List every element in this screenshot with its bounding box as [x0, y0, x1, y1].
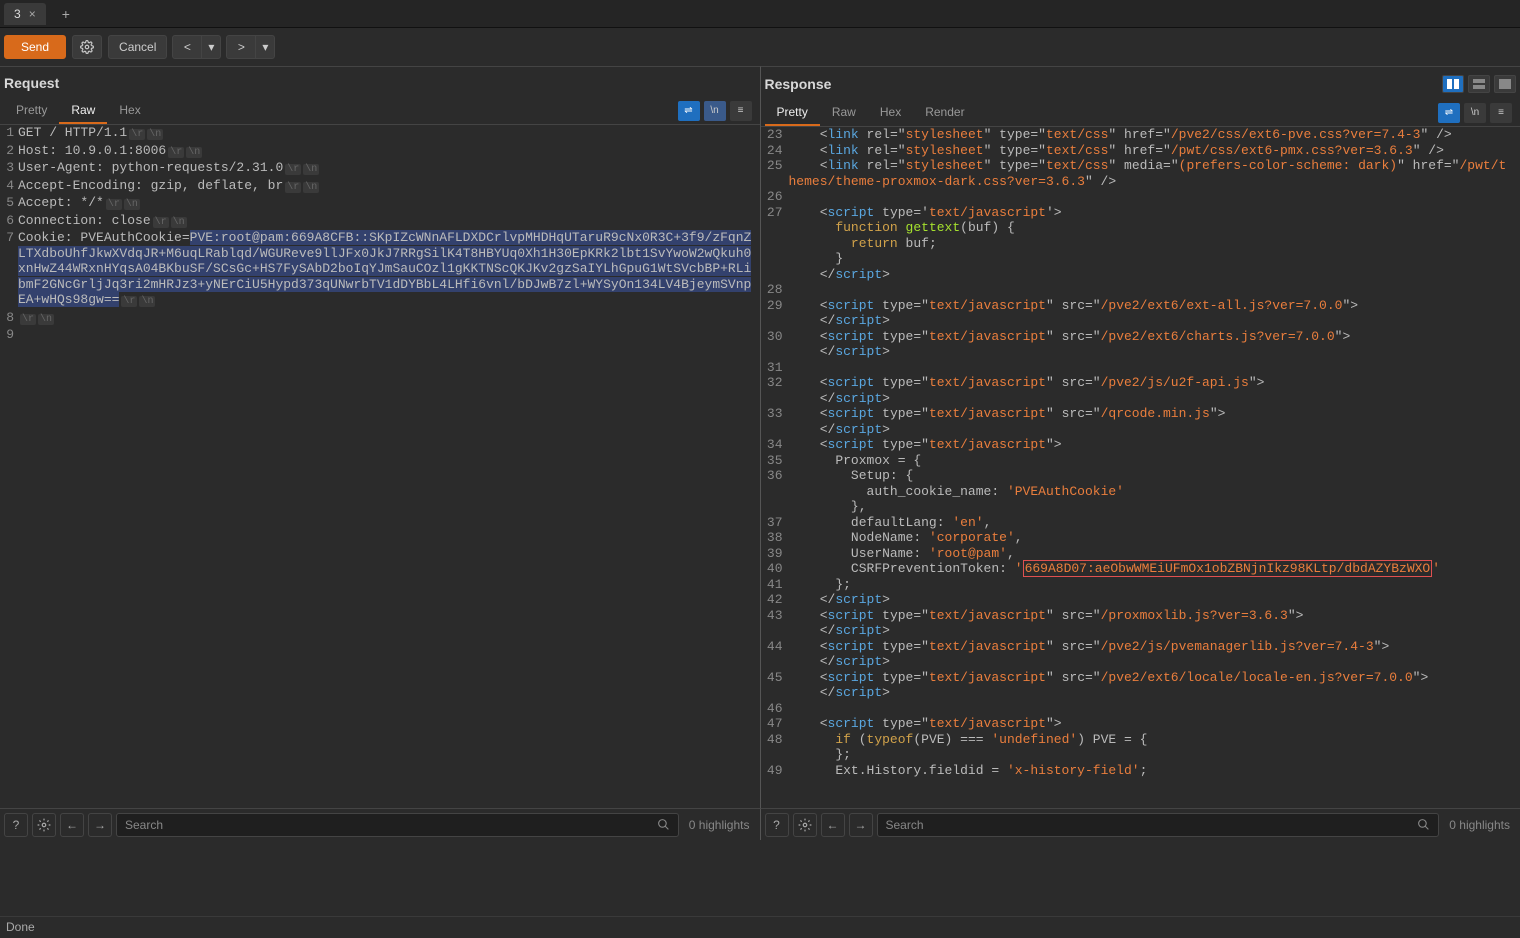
wrap-icon: ⇌ — [1445, 107, 1453, 118]
wrap-toggle[interactable]: ⇌ — [1438, 103, 1460, 123]
prev-match-button[interactable]: ← — [60, 813, 84, 837]
newline-toggle[interactable]: \n — [704, 101, 726, 121]
request-title: Request — [4, 75, 59, 91]
tab-pretty[interactable]: Pretty — [4, 98, 59, 124]
editor-menu[interactable]: ≡ — [1490, 103, 1512, 123]
request-pane: Request Pretty Raw Hex ⇌ \n ≡ 1GET / HTT… — [0, 66, 761, 808]
tab-add-button[interactable]: + — [56, 6, 76, 22]
tab-hex[interactable]: Hex — [868, 100, 913, 126]
search-icon — [1417, 818, 1430, 831]
close-icon[interactable]: × — [29, 7, 36, 21]
tab-active[interactable]: 3 × — [4, 3, 46, 25]
response-editor[interactable]: 23 <link rel="stylesheet" type="text/css… — [761, 127, 1520, 808]
search-icon — [657, 818, 670, 831]
request-editor[interactable]: 1GET / HTTP/1.1\r\n2Host: 10.9.0.1:8006\… — [0, 125, 760, 808]
search-placeholder: Search — [886, 818, 924, 832]
response-title: Response — [765, 76, 832, 92]
tab-label: 3 — [14, 7, 21, 21]
next-match-button[interactable]: → — [849, 813, 873, 837]
highlights-count: 0 highlights — [683, 818, 756, 832]
menu-icon: ≡ — [1498, 107, 1504, 118]
search-input[interactable]: Search — [116, 813, 679, 837]
layout-split-button[interactable] — [1442, 75, 1464, 93]
back-dropdown[interactable]: ▾ — [201, 35, 221, 59]
search-placeholder: Search — [125, 818, 163, 832]
forward-button[interactable]: > — [226, 35, 256, 59]
wrap-icon: ⇌ — [684, 105, 692, 116]
send-button[interactable]: Send — [4, 35, 66, 59]
search-input[interactable]: Search — [877, 813, 1440, 837]
forward-dropdown[interactable]: ▾ — [255, 35, 275, 59]
history-back-group: < ▾ — [173, 35, 221, 59]
toolbar: Send Cancel < ▾ > ▾ — [0, 28, 1520, 66]
settings-button[interactable] — [793, 813, 817, 837]
history-fwd-group: > ▾ — [227, 35, 275, 59]
tab-raw[interactable]: Raw — [820, 100, 868, 126]
tab-hex[interactable]: Hex — [107, 98, 152, 124]
tab-bar: 3 × + — [0, 0, 1520, 28]
help-button[interactable]: ? — [765, 813, 789, 837]
gear-icon — [80, 40, 94, 54]
tab-render[interactable]: Render — [913, 100, 976, 126]
menu-icon: ≡ — [738, 105, 744, 116]
wrap-toggle[interactable]: ⇌ — [678, 101, 700, 121]
newline-icon: \n — [1471, 107, 1479, 118]
split-panes: Request Pretty Raw Hex ⇌ \n ≡ 1GET / HTT… — [0, 66, 1520, 808]
back-button[interactable]: < — [172, 35, 202, 59]
prev-match-button[interactable]: ← — [821, 813, 845, 837]
editor-menu[interactable]: ≡ — [730, 101, 752, 121]
layout-stack-button[interactable] — [1468, 75, 1490, 93]
response-pane: Response Pretty Raw Hex Render ⇌ \n ≡ 23… — [761, 66, 1520, 808]
newline-icon: \n — [710, 105, 718, 116]
settings-button[interactable] — [72, 35, 102, 59]
newline-toggle[interactable]: \n — [1464, 103, 1486, 123]
tab-raw[interactable]: Raw — [59, 98, 107, 124]
cancel-button[interactable]: Cancel — [108, 35, 167, 59]
status-bar: Done — [0, 916, 1520, 938]
next-match-button[interactable]: → — [88, 813, 112, 837]
layout-single-button[interactable] — [1494, 75, 1516, 93]
tab-pretty[interactable]: Pretty — [765, 100, 820, 126]
footer: ? ← → Search 0 highlights ? ← → Search 0… — [0, 808, 1520, 840]
help-button[interactable]: ? — [4, 813, 28, 837]
highlights-count: 0 highlights — [1443, 818, 1516, 832]
settings-button[interactable] — [32, 813, 56, 837]
